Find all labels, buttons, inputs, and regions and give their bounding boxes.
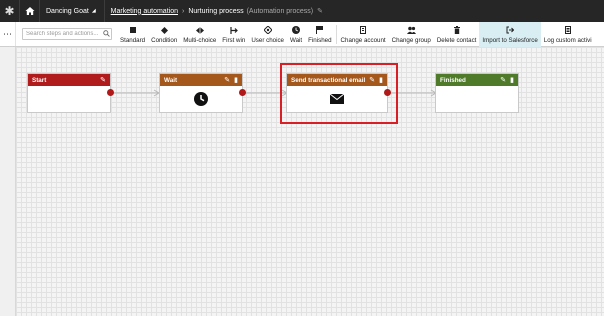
user-choice-icon <box>263 25 272 35</box>
tool-standard[interactable]: Standard <box>117 22 148 47</box>
tool-change-account[interactable]: Change account <box>338 22 389 47</box>
tool-label: Change account <box>340 37 386 44</box>
breadcrumb-type: (Automation process) <box>246 7 314 15</box>
multi-choice-icon <box>195 25 204 35</box>
edit-pencil-icon[interactable]: ✎ <box>100 76 106 84</box>
site-selector[interactable]: Dancing Goat ◢ <box>40 0 105 22</box>
tool-first-win[interactable]: First win <box>219 22 248 47</box>
tool-label: Condition <box>151 37 178 44</box>
toolbar: ⋯ Standard Condition Multi-choice First … <box>0 22 604 47</box>
more-options-icon[interactable]: ⋯ <box>0 22 16 46</box>
node-title: Finished <box>440 76 466 84</box>
home-icon[interactable] <box>20 0 40 22</box>
trash-icon <box>453 25 460 35</box>
node-title: Wait <box>164 76 178 84</box>
tool-wait[interactable]: Wait <box>287 22 305 47</box>
node-body <box>28 86 110 112</box>
node-header: Start ✎ <box>28 74 110 86</box>
node-connector-handle[interactable] <box>239 89 246 96</box>
delete-trash-icon[interactable]: ▮ <box>234 76 238 84</box>
finished-icon <box>316 25 324 35</box>
toolbar-divider <box>335 25 337 44</box>
tool-label: First win <box>222 37 246 44</box>
edit-pencil-icon[interactable]: ✎ <box>224 76 230 84</box>
tool-import-to-salesforce[interactable]: Import to Salesforce <box>479 22 541 47</box>
log-icon <box>564 25 571 35</box>
node-body <box>160 86 242 112</box>
search-icon <box>103 30 110 37</box>
tool-condition[interactable]: Condition <box>148 22 180 47</box>
node-body <box>436 86 518 112</box>
selection-highlight-box <box>280 63 398 124</box>
building-icon <box>360 25 367 35</box>
edit-pencil-icon[interactable]: ✎ <box>317 7 323 15</box>
diamond-icon <box>160 25 168 35</box>
tool-log-custom-activity[interactable]: Log custom activi <box>541 22 595 47</box>
delete-trash-icon[interactable]: ▮ <box>510 76 514 84</box>
group-icon <box>406 25 416 35</box>
tool-label: Change group <box>391 37 431 44</box>
tool-label: Finished <box>308 37 332 44</box>
tool-finished[interactable]: Finished <box>305 22 334 47</box>
step-action-palette: Standard Condition Multi-choice First wi… <box>117 22 595 47</box>
tool-label: Delete contact <box>436 37 477 44</box>
caret-down-icon: ◢ <box>91 8 96 14</box>
clock-icon <box>194 92 208 106</box>
import-icon <box>506 25 515 35</box>
square-icon <box>129 25 136 35</box>
workflow-node-start[interactable]: Start ✎ <box>27 73 114 113</box>
first-win-icon <box>230 25 238 35</box>
tool-label: Import to Salesforce <box>482 37 538 44</box>
tool-label: Log custom activi <box>543 37 592 44</box>
workflow-node-finished[interactable]: Finished ✎ ▮ <box>435 73 519 113</box>
breadcrumb: Marketing automation › Nurturing process… <box>105 7 323 16</box>
tool-user-choice[interactable]: User choice <box>248 22 287 47</box>
node-header: Wait ✎ ▮ <box>160 74 242 86</box>
breadcrumb-app-link[interactable]: Marketing automation <box>111 8 178 15</box>
node-header: Finished ✎ ▮ <box>436 74 518 86</box>
chevron-right-icon: › <box>182 7 185 15</box>
tool-label: Wait <box>290 37 303 44</box>
workflow-node-wait[interactable]: Wait ✎ ▮ <box>159 73 246 113</box>
edit-pencil-icon[interactable]: ✎ <box>500 76 506 84</box>
top-header: ✱ Dancing Goat ◢ Marketing automation › … <box>0 0 604 22</box>
clock-icon <box>292 25 301 35</box>
left-panel-strip <box>0 47 16 316</box>
breadcrumb-current: Nurturing process <box>188 7 244 15</box>
tool-multi-choice[interactable]: Multi-choice <box>180 22 219 47</box>
tool-label: User choice <box>251 37 284 44</box>
tool-label: Multi-choice <box>183 37 217 44</box>
tool-delete-contact[interactable]: Delete contact <box>434 22 480 47</box>
tool-change-group[interactable]: Change group <box>389 22 434 47</box>
site-name: Dancing Goat <box>46 7 89 15</box>
node-title: Start <box>32 76 47 84</box>
tool-label: Standard <box>120 37 146 44</box>
node-connector-handle[interactable] <box>107 89 114 96</box>
workflow-canvas[interactable]: Start ✎ Wait ✎ ▮ Send transactional emai… <box>16 47 604 316</box>
app-menu-icon[interactable]: ✱ <box>0 0 20 22</box>
search-input[interactable] <box>22 28 112 40</box>
